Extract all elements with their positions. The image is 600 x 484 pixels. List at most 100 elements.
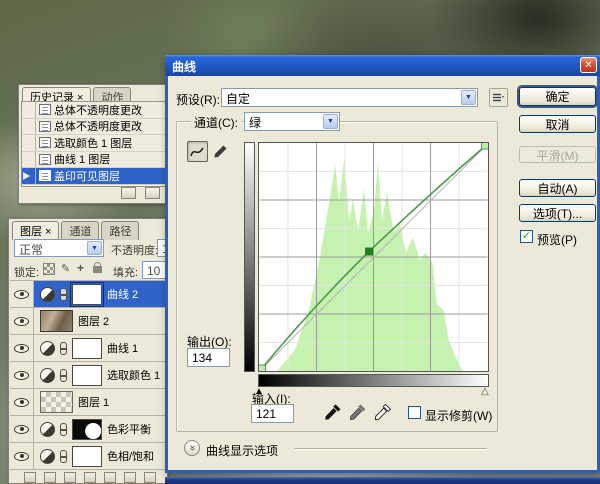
new-layer-icon[interactable] [124,472,136,483]
eye-icon [14,424,29,434]
curve-endpoint-highlight[interactable] [481,143,488,150]
link-layers-icon[interactable] [24,472,36,483]
history-item[interactable]: 总体不透明度更改 [22,102,165,119]
layer-name: 色相/饱和 [107,451,155,463]
lock-all-icon[interactable] [93,262,102,273]
curve-endpoint-shadow[interactable] [259,364,266,371]
visibility-toggle[interactable] [10,362,34,388]
history-state-icon [39,137,51,149]
new-snapshot-icon[interactable] [121,187,136,199]
input-value: 121 [256,407,277,421]
blend-mode-select[interactable]: 正常 ▼ [14,239,104,257]
eye-icon [14,289,29,299]
show-clipping-checkbox[interactable] [408,406,421,419]
cancel-button-label: 取消 [545,118,570,132]
preview-checkbox[interactable]: ✓ [520,230,533,243]
visibility-toggle[interactable] [10,416,34,442]
history-pointer-icon[interactable] [23,172,30,180]
layer-row-selective-color[interactable]: 选取颜色 1 [10,361,166,388]
preset-options-button[interactable] [489,88,508,107]
history-source-checkbox[interactable] [22,135,36,151]
layer-row-layer1[interactable]: 图层 1 [10,388,166,415]
cancel-button[interactable]: 取消 [519,115,596,133]
layer-thumbnail[interactable] [40,310,73,332]
auto-button[interactable]: 自动(A) [519,179,596,197]
auto-button-label: 自动(A) [537,182,578,196]
history-item[interactable]: 选取颜色 1 图层 [22,135,165,152]
history-source-checkbox[interactable] [22,151,36,167]
layer-thumbnail-transparent[interactable] [40,391,73,413]
visibility-toggle[interactable] [10,281,34,307]
tab-layers[interactable]: 图层 × [12,221,60,240]
history-source-checkbox[interactable] [22,102,36,118]
visibility-toggle[interactable] [10,443,34,469]
chevron-down-icon[interactable]: ▼ [461,90,476,105]
lock-move-icon[interactable]: + [77,262,84,275]
history-item-selected[interactable]: 盖印可见图层 [22,168,165,185]
history-source-checkbox[interactable] [22,168,36,184]
tab-paths[interactable]: 路径 [101,221,140,240]
white-point-slider[interactable]: △ [481,387,489,397]
adjustment-layer-icon [40,448,55,464]
layer-style-icon[interactable] [44,472,56,483]
layer-mask-thumbnail[interactable] [70,281,104,307]
lock-paint-icon[interactable]: ✎ [61,263,70,275]
ok-button[interactable]: 确定 [519,87,596,106]
pencil-tool-button[interactable] [210,141,231,162]
lock-transparency-icon[interactable] [43,263,55,275]
history-item-label: 曲线 1 图层 [54,154,111,167]
black-eyedropper-button[interactable] [324,403,343,422]
layer-mask-thumbnail[interactable] [72,418,102,440]
layer-row-curves2[interactable]: 曲线 2 [10,280,166,307]
preset-select[interactable]: 自定 ▼ [221,88,478,107]
add-mask-icon[interactable] [64,472,76,483]
delete-layer-icon[interactable] [144,472,156,483]
tab-channels[interactable]: 通道 [61,221,100,240]
curve-point-tool-button[interactable] [187,141,208,162]
history-list: 总体不透明度更改 总体不透明度更改 选取颜色 1 图层 曲线 1 图层 盖印可见 [21,101,166,187]
white-eyedropper-button[interactable] [374,403,393,422]
fill-label: 填充: [113,267,139,279]
options-button[interactable]: 选项(T)... [519,204,596,222]
layer-mask-thumbnail[interactable] [72,364,102,386]
close-icon[interactable]: ✕ [580,57,597,73]
chevron-down-icon[interactable]: ▼ [323,114,338,129]
photoshop-workspace: 历史记录 × 动作 总体不透明度更改 总体不透明度更改 选取颜色 1 图层 曲线… [0,0,600,484]
output-field[interactable]: 134 [187,348,230,367]
chevron-down-icon[interactable]: ▼ [87,241,102,255]
mask-link-icon [60,368,67,382]
history-item-label: 总体不透明度更改 [54,121,142,134]
layer-row-curves1[interactable]: 曲线 1 [10,334,166,361]
layer-row-layer2[interactable]: 图层 2 [10,307,166,334]
layer-row-hue-saturation[interactable]: 色相/饱和 [10,442,166,469]
channel-select[interactable]: 绿 ▼ [244,112,340,131]
eye-icon [14,451,29,461]
layer-name: 图层 1 [78,397,110,409]
curves-dialog: 曲线 ✕ 预设(R): 自定 ▼ 确定 取消 平滑(M) 自动(A) 选项(T)… [165,55,600,473]
channel-value: 绿 [249,116,262,130]
new-adjustment-layer-icon[interactable] [84,472,96,483]
eye-icon [14,343,29,353]
curve-display-options-expander[interactable]: » [184,440,200,456]
layer-row-color-balance[interactable]: 色彩平衡 [10,415,166,442]
layer-name: 曲线 2 [107,289,139,301]
layer-mask-thumbnail[interactable] [72,337,102,359]
lock-row: 锁定: ✎ + 填充: 10 [9,261,168,279]
curve-grid[interactable] [258,142,489,372]
layer-mask-thumbnail[interactable] [72,445,102,467]
input-field[interactable]: 121 [251,404,294,423]
visibility-toggle[interactable] [10,335,34,361]
adjustment-layer-icon [40,421,55,437]
curve-point-selected[interactable] [365,247,374,256]
gray-eyedropper-button[interactable] [349,403,368,422]
chevron-double-icon: » [187,445,198,451]
history-source-checkbox[interactable] [22,118,36,134]
history-item[interactable]: 曲线 1 图层 [22,151,165,168]
white-eyedropper-icon [374,403,392,421]
visibility-toggle[interactable] [10,389,34,415]
visibility-toggle[interactable] [10,308,34,334]
new-group-icon[interactable] [104,472,116,483]
new-document-from-state-icon[interactable] [145,187,160,199]
dialog-titlebar[interactable]: 曲线 ✕ [165,55,600,76]
history-item[interactable]: 总体不透明度更改 [22,118,165,135]
